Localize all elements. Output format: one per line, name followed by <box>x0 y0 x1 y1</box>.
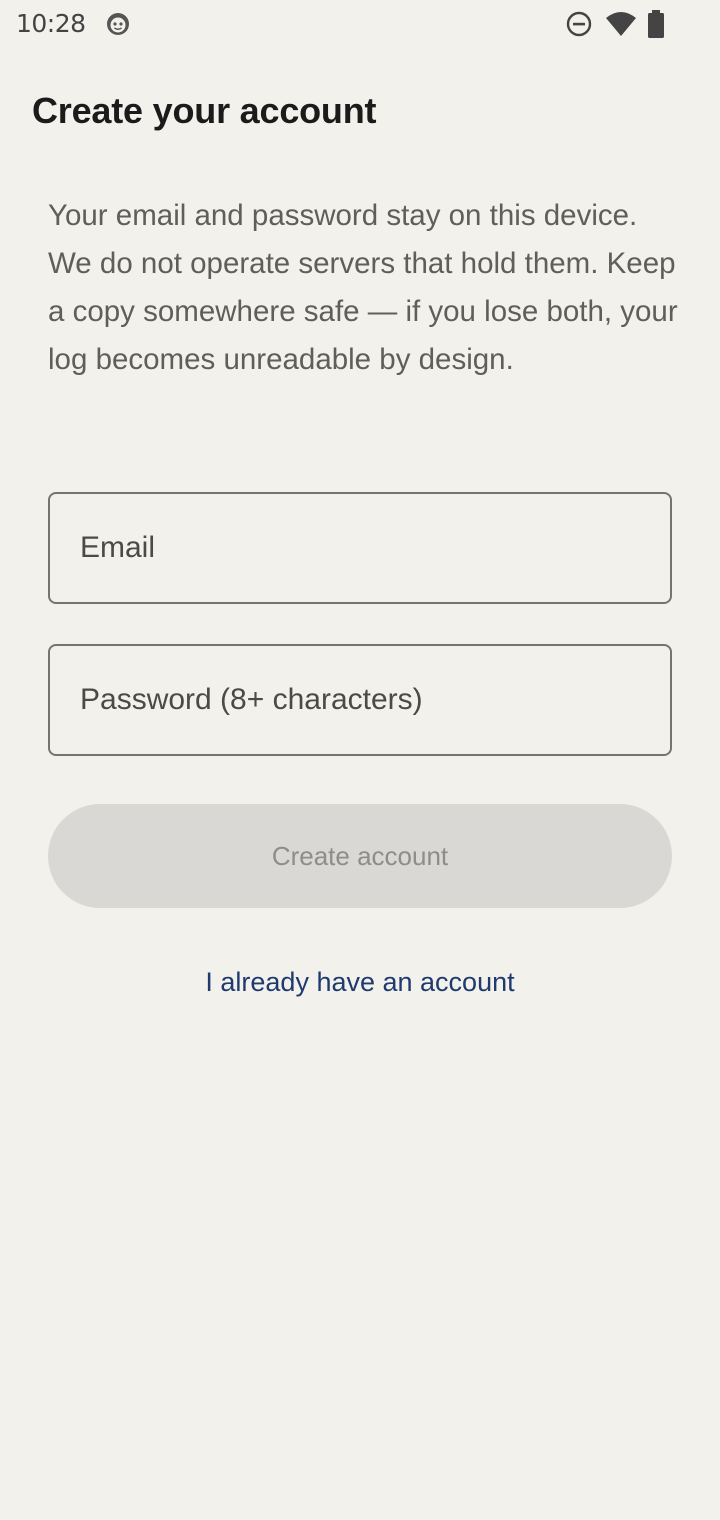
create-account-button[interactable]: Create account <box>48 804 672 908</box>
email-field[interactable] <box>48 492 672 604</box>
already-have-account-link[interactable]: I already have an account <box>0 958 720 1006</box>
privacy-description: Your email and password stay on this dev… <box>48 199 678 376</box>
status-bar: 10:28 <box>0 0 720 48</box>
wifi-icon <box>606 12 636 36</box>
battery-icon <box>648 10 664 38</box>
status-time: 10:28 <box>16 9 86 38</box>
do-not-disturb-icon <box>566 11 592 37</box>
notification-icon <box>107 13 129 35</box>
password-field[interactable] <box>48 644 672 756</box>
page-title: Create your account <box>32 90 377 131</box>
